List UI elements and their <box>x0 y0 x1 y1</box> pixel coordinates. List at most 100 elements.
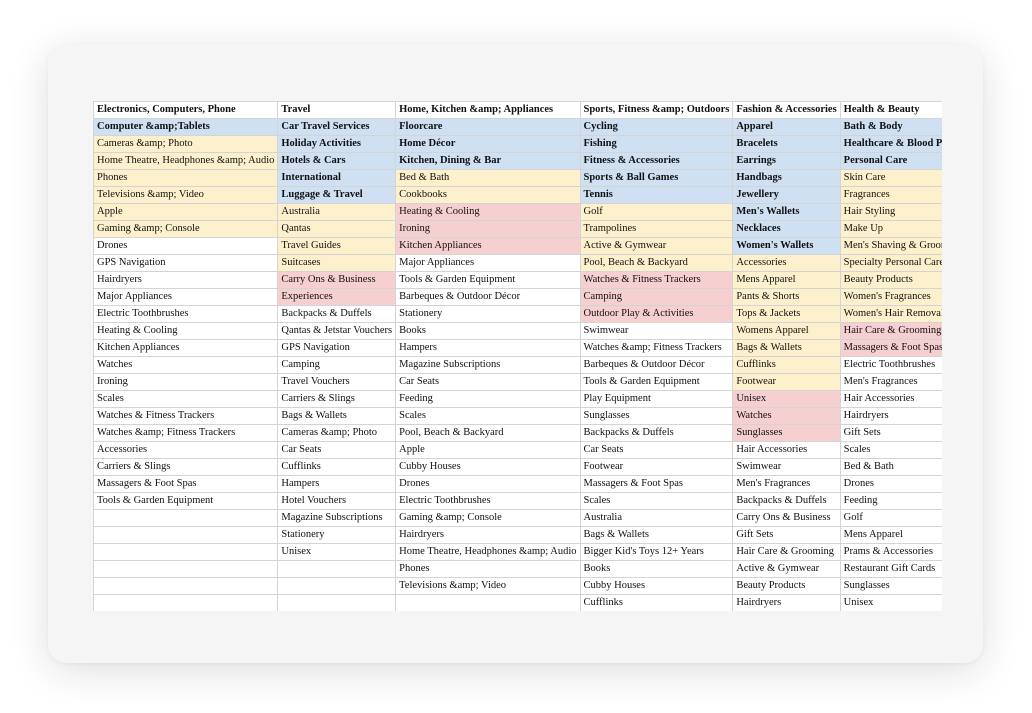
sheet-cell[interactable]: Sunglasses <box>579 407 734 425</box>
sheet-cell[interactable]: Apparel <box>732 118 841 136</box>
sheet-cell[interactable]: Women's Fragrances <box>839 288 942 306</box>
sheet-cell[interactable]: Sunglasses <box>732 424 841 442</box>
sheet-cell[interactable]: Barbeques & Outdoor Décor <box>579 356 734 374</box>
sheet-cell[interactable]: Womens Apparel <box>732 322 841 340</box>
sheet-cell[interactable]: Car Seats <box>277 441 397 459</box>
sheet-cell[interactable] <box>277 560 397 578</box>
sheet-cell[interactable]: Cubby Houses <box>579 577 734 595</box>
sheet-cell[interactable]: Stationery <box>395 305 581 323</box>
sheet-cell[interactable]: Golf <box>839 509 942 527</box>
sheet-cell[interactable]: Home Theatre, Headphones &amp; Audio <box>395 543 581 561</box>
sheet-cell[interactable] <box>93 543 279 561</box>
sheet-cell[interactable]: Barbeques & Outdoor Décor <box>395 288 581 306</box>
sheet-cell[interactable]: Suitcases <box>277 254 397 272</box>
sheet-cell[interactable]: Luggage & Travel <box>277 186 397 204</box>
sheet-cell[interactable]: Golf <box>579 203 734 221</box>
sheet-cell[interactable]: Scales <box>579 492 734 510</box>
sheet-cell[interactable] <box>277 577 397 595</box>
sheet-cell[interactable]: Sunglasses <box>839 577 942 595</box>
sheet-cell[interactable]: GPS Navigation <box>93 254 279 272</box>
sheet-cell[interactable]: Gift Sets <box>732 526 841 544</box>
sheet-cell[interactable]: Pool, Beach & Backyard <box>579 254 734 272</box>
sheet-cell[interactable]: Gaming &amp; Console <box>93 220 279 238</box>
sheet-cell[interactable]: Car Travel Services <box>277 118 397 136</box>
sheet-cell[interactable]: Earrings <box>732 152 841 170</box>
sheet-cell[interactable]: Swimwear <box>579 322 734 340</box>
sheet-cell[interactable]: Kitchen, Dining & Bar <box>395 152 581 170</box>
sheet-cell[interactable]: Watches <box>732 407 841 425</box>
sheet-cell[interactable]: Tools & Garden Equipment <box>579 373 734 391</box>
sheet-cell[interactable]: Hair Care & Grooming <box>839 322 942 340</box>
sheet-cell[interactable]: Apple <box>93 203 279 221</box>
sheet-cell[interactable]: Bags & Wallets <box>732 339 841 357</box>
sheet-cell[interactable]: Men's Fragrances <box>732 475 841 493</box>
sheet-cell[interactable]: Camping <box>277 356 397 374</box>
sheet-cell[interactable] <box>395 594 581 611</box>
sheet-cell[interactable]: Cookbooks <box>395 186 581 204</box>
sheet-cell[interactable]: Men's Wallets <box>732 203 841 221</box>
sheet-cell[interactable]: Men's Fragrances <box>839 373 942 391</box>
sheet-cell[interactable]: Camping <box>579 288 734 306</box>
sheet-cell[interactable]: Televisions &amp; Video <box>93 186 279 204</box>
column-header[interactable]: Health & Beauty <box>839 101 942 119</box>
column-header[interactable]: Sports, Fitness &amp; Outdoors <box>579 101 734 119</box>
sheet-cell[interactable]: Electric Toothbrushes <box>93 305 279 323</box>
sheet-cell[interactable]: Backpacks & Duffels <box>579 424 734 442</box>
sheet-cell[interactable]: Books <box>395 322 581 340</box>
sheet-cell[interactable]: Footwear <box>579 458 734 476</box>
sheet-cell[interactable]: Floorcare <box>395 118 581 136</box>
sheet-cell[interactable] <box>277 594 397 611</box>
sheet-cell[interactable]: Watches &amp; Fitness Trackers <box>579 339 734 357</box>
sheet-cell[interactable]: Kitchen Appliances <box>93 339 279 357</box>
sheet-cell[interactable]: Ironing <box>93 373 279 391</box>
sheet-cell[interactable]: Gaming &amp; Console <box>395 509 581 527</box>
sheet-cell[interactable]: Tops & Jackets <box>732 305 841 323</box>
sheet-cell[interactable]: Qantas & Jetstar Vouchers <box>277 322 397 340</box>
sheet-cell[interactable]: Home Theatre, Headphones &amp; Audio <box>93 152 279 170</box>
sheet-cell[interactable]: Women's Wallets <box>732 237 841 255</box>
sheet-cell[interactable]: Hairdryers <box>732 594 841 611</box>
sheet-cell[interactable]: Cycling <box>579 118 734 136</box>
sheet-cell[interactable] <box>93 509 279 527</box>
sheet-cell[interactable]: Women's Hair Removal <box>839 305 942 323</box>
sheet-cell[interactable]: International <box>277 169 397 187</box>
sheet-cell[interactable]: Hair Care & Grooming <box>732 543 841 561</box>
sheet-cell[interactable]: Hotel Vouchers <box>277 492 397 510</box>
sheet-cell[interactable]: Carry Ons & Business <box>732 509 841 527</box>
sheet-cell[interactable]: Unisex <box>277 543 397 561</box>
sheet-cell[interactable]: Cufflinks <box>579 594 734 611</box>
sheet-cell[interactable]: Electric Toothbrushes <box>395 492 581 510</box>
sheet-cell[interactable]: Backpacks & Duffels <box>277 305 397 323</box>
sheet-cell[interactable]: Car Seats <box>579 441 734 459</box>
sheet-cell[interactable]: Handbags <box>732 169 841 187</box>
sheet-cell[interactable]: Outdoor Play & Activities <box>579 305 734 323</box>
sheet-cell[interactable]: Ironing <box>395 220 581 238</box>
sheet-cell[interactable]: Watches & Fitness Trackers <box>93 407 279 425</box>
sheet-cell[interactable]: Healthcare & Blood Pressure <box>839 135 942 153</box>
sheet-cell[interactable]: Pants & Shorts <box>732 288 841 306</box>
sheet-cell[interactable]: Bed & Bath <box>839 458 942 476</box>
sheet-cell[interactable]: Sports & Ball Games <box>579 169 734 187</box>
sheet-cell[interactable]: Accessories <box>732 254 841 272</box>
sheet-cell[interactable]: Drones <box>839 475 942 493</box>
column-header[interactable]: Home, Kitchen &amp; Appliances <box>395 101 581 119</box>
sheet-cell[interactable]: Hair Accessories <box>732 441 841 459</box>
sheet-cell[interactable]: Fragrances <box>839 186 942 204</box>
sheet-cell[interactable]: Bags & Wallets <box>579 526 734 544</box>
sheet-cell[interactable]: Magazine Subscriptions <box>395 356 581 374</box>
column-header[interactable]: Electronics, Computers, Phone <box>93 101 279 119</box>
sheet-cell[interactable]: Backpacks & Duffels <box>732 492 841 510</box>
sheet-cell[interactable]: Televisions &amp; Video <box>395 577 581 595</box>
sheet-cell[interactable]: Beauty Products <box>732 577 841 595</box>
sheet-cell[interactable]: Major Appliances <box>395 254 581 272</box>
sheet-cell[interactable]: Watches &amp; Fitness Trackers <box>93 424 279 442</box>
sheet-cell[interactable] <box>93 526 279 544</box>
sheet-cell[interactable]: Scales <box>395 407 581 425</box>
sheet-cell[interactable]: Cameras &amp; Photo <box>93 135 279 153</box>
sheet-cell[interactable]: Bags & Wallets <box>277 407 397 425</box>
sheet-cell[interactable]: Necklaces <box>732 220 841 238</box>
sheet-cell[interactable]: Specialty Personal Care <box>839 254 942 272</box>
sheet-cell[interactable]: Watches & Fitness Trackers <box>579 271 734 289</box>
sheet-cell[interactable]: Apple <box>395 441 581 459</box>
sheet-cell[interactable]: Heating & Cooling <box>395 203 581 221</box>
